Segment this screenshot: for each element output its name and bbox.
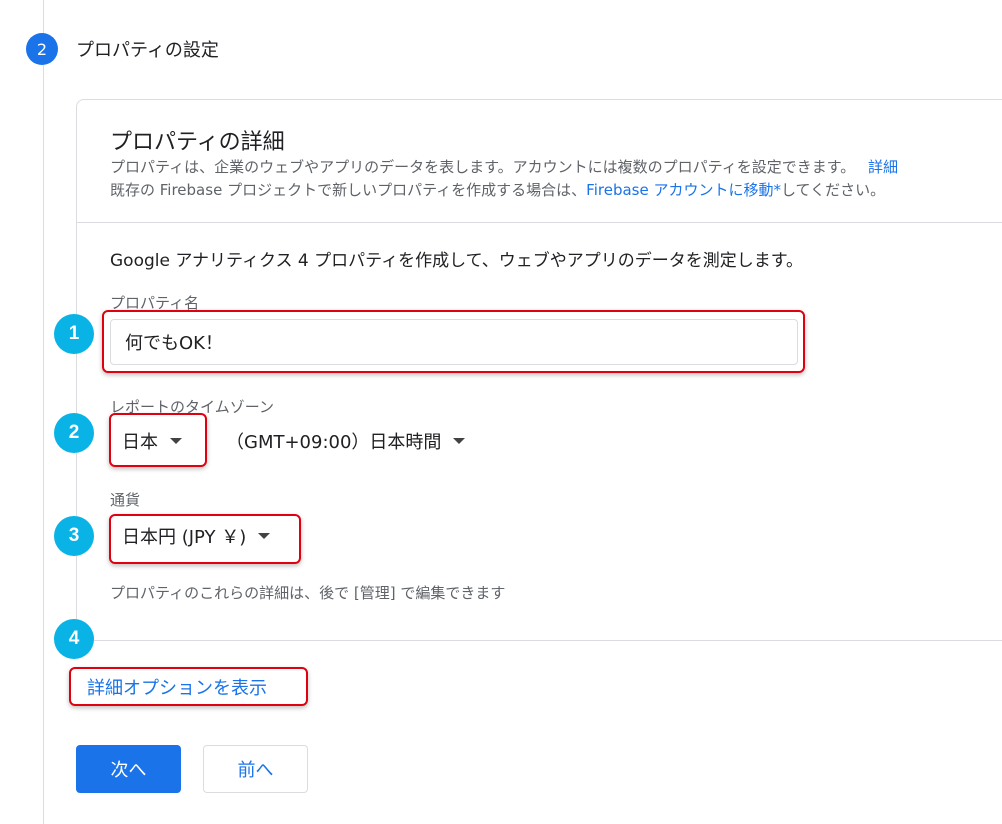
description-text: してください。 (780, 181, 886, 199)
card-divider (77, 222, 1002, 223)
highlight-box-property-name (102, 310, 805, 373)
step-title: プロパティの設定 (76, 40, 219, 61)
next-button[interactable]: 次へ (76, 745, 181, 793)
step-number-badge: 2 (26, 33, 58, 65)
timezone-value: （GMT+09:00）日本時間 (226, 432, 442, 453)
card-description-line1: プロパティは、企業のウェブやアプリのデータを表します。アカウントには複数のプロパ… (110, 156, 898, 177)
description-text: プロパティは、企業のウェブやアプリのデータを表します。アカウントには複数のプロパ… (110, 158, 856, 176)
description-text: 既存の Firebase プロジェクトで新しいプロパティを作成する場合は、 (110, 181, 587, 199)
annotation-badge-4: 4 (54, 619, 94, 659)
currency-label: 通貨 (110, 491, 141, 509)
timezone-select[interactable]: （GMT+09:00）日本時間 (226, 428, 466, 454)
stepper-line (43, 65, 44, 824)
annotation-badge-2: 2 (54, 413, 94, 453)
intro-text: Google アナリティクス 4 プロパティを作成して、ウェブやアプリのデータを… (110, 251, 804, 271)
back-button[interactable]: 前へ (203, 745, 308, 793)
highlight-box-timezone-country (109, 413, 207, 467)
stepper-line (43, 0, 44, 33)
annotation-badge-3: 3 (54, 516, 94, 556)
card-title: プロパティの詳細 (110, 130, 285, 155)
dropdown-arrow-icon (453, 438, 466, 444)
firebase-account-link[interactable]: Firebase アカウントに移動* (586, 181, 781, 199)
learn-more-link[interactable]: 詳細 (868, 158, 898, 176)
card-description-line2: 既存の Firebase プロジェクトで新しいプロパティを作成する場合は、Fir… (110, 179, 885, 200)
annotation-badge-1: 1 (54, 314, 94, 354)
highlight-box-advanced-options (69, 667, 308, 706)
highlight-box-currency (109, 514, 301, 564)
edit-later-note: プロパティのこれらの詳細は、後で [管理] で編集できます (110, 584, 506, 602)
